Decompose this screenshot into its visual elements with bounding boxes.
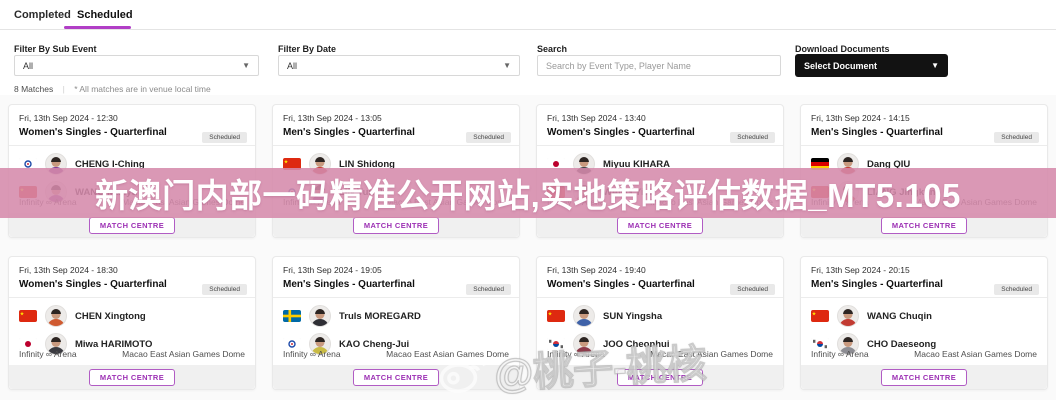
- match-card: Fri, 13th Sep 2024 - 18:30 Women's Singl…: [8, 256, 256, 390]
- player-avatar: [573, 305, 595, 327]
- venue-name: Macao East Asian Games Dome: [386, 349, 509, 359]
- divider: [801, 297, 1047, 298]
- status-badge: Scheduled: [466, 132, 511, 143]
- venue-row: Infinity ∞ Arena Macao East Asian Games …: [19, 349, 245, 359]
- player-avatar: [309, 305, 331, 327]
- venue-row: Infinity ∞ Arena Macao East Asian Games …: [547, 349, 773, 359]
- venue-name: Macao East Asian Games Dome: [650, 349, 773, 359]
- match-card: Fri, 13th Sep 2024 - 19:40 Women's Singl…: [536, 256, 784, 390]
- flag-swe-icon: [283, 310, 301, 322]
- page: Completed Scheduled Filter By Sub Event …: [0, 0, 1056, 400]
- divider: [9, 297, 255, 298]
- venue-name: Macao East Asian Games Dome: [122, 349, 245, 359]
- player-avatar: [837, 305, 859, 327]
- match-centre-button[interactable]: MATCH CENTRE: [881, 369, 967, 386]
- match-date: Fri, 13th Sep 2024 - 18:30: [19, 265, 245, 275]
- flag-chn-icon: [19, 310, 37, 322]
- player-row: Truls MOREGARD: [273, 303, 519, 329]
- tab-completed[interactable]: Completed: [14, 9, 71, 21]
- divider: [801, 145, 1047, 146]
- player-avatar: [45, 305, 67, 327]
- card-footer: MATCH CENTRE: [273, 365, 519, 389]
- match-centre-button[interactable]: MATCH CENTRE: [353, 217, 439, 234]
- card-footer: MATCH CENTRE: [9, 365, 255, 389]
- select-document-label: Select Document: [804, 61, 877, 71]
- match-date: Fri, 13th Sep 2024 - 13:40: [547, 113, 773, 123]
- local-time-note: * All matches are in venue local time: [74, 84, 211, 94]
- promo-banner-overlay: 新澳门内部一码精准公开网站,实地策略评估数据_MT5.105: [0, 168, 1056, 218]
- match-date: Fri, 13th Sep 2024 - 14:15: [811, 113, 1037, 123]
- sub-event-select[interactable]: All ▼: [14, 55, 259, 76]
- card-footer: MATCH CENTRE: [801, 365, 1047, 389]
- chevron-down-icon: ▼: [931, 61, 939, 70]
- date-value: All: [287, 61, 297, 71]
- venue-name: Macao East Asian Games Dome: [914, 349, 1037, 359]
- match-list-area: Fri, 13th Sep 2024 - 12:30 Women's Singl…: [0, 95, 1056, 400]
- match-centre-button[interactable]: MATCH CENTRE: [89, 217, 175, 234]
- player-name: SUN Yingsha: [603, 311, 662, 322]
- promo-banner-text: 新澳门内部一码精准公开网站,实地策略评估数据_MT5.105: [95, 169, 961, 217]
- chevron-down-icon: ▼: [242, 61, 250, 70]
- match-centre-button[interactable]: MATCH CENTRE: [617, 217, 703, 234]
- sub-event-value: All: [23, 61, 33, 71]
- venue-court: Infinity ∞ Arena: [547, 349, 605, 359]
- player-row: SUN Yingsha: [537, 303, 783, 329]
- match-date: Fri, 13th Sep 2024 - 13:05: [283, 113, 509, 123]
- tab-bar: Completed Scheduled: [0, 0, 1056, 30]
- divider: [273, 297, 519, 298]
- status-badge: Scheduled: [730, 132, 775, 143]
- match-grid: Fri, 13th Sep 2024 - 12:30 Women's Singl…: [8, 104, 1048, 390]
- divider: |: [63, 84, 65, 94]
- flag-chn-icon: [811, 310, 829, 322]
- status-badge: Scheduled: [466, 284, 511, 295]
- divider: [537, 145, 783, 146]
- card-footer: MATCH CENTRE: [537, 365, 783, 389]
- active-tab-underline: [64, 26, 131, 29]
- player-row: WANG Chuqin: [801, 303, 1047, 329]
- flag-chn-icon: [547, 310, 565, 322]
- divider: [273, 145, 519, 146]
- match-date: Fri, 13th Sep 2024 - 19:05: [283, 265, 509, 275]
- tab-scheduled[interactable]: Scheduled: [77, 9, 133, 21]
- divider: [537, 297, 783, 298]
- player-name: Truls MOREGARD: [339, 311, 421, 322]
- match-centre-button[interactable]: MATCH CENTRE: [881, 217, 967, 234]
- status-badge: Scheduled: [994, 284, 1039, 295]
- match-card: Fri, 13th Sep 2024 - 20:15 Men's Singles…: [800, 256, 1048, 390]
- search-label: Search: [537, 44, 567, 54]
- date-filter-label: Filter By Date: [278, 44, 336, 54]
- player-name: JOO Cheonhui: [603, 339, 670, 350]
- player-row: CHEN Xingtong: [9, 303, 255, 329]
- match-centre-button[interactable]: MATCH CENTRE: [617, 369, 703, 386]
- status-badge: Scheduled: [202, 132, 247, 143]
- sub-event-filter-label: Filter By Sub Event: [14, 44, 97, 54]
- select-document-button[interactable]: Select Document ▼: [795, 54, 948, 77]
- status-badge: Scheduled: [730, 284, 775, 295]
- match-count: 8 Matches: [14, 84, 53, 94]
- download-documents-label: Download Documents: [795, 44, 890, 54]
- status-badge: Scheduled: [202, 284, 247, 295]
- match-centre-button[interactable]: MATCH CENTRE: [89, 369, 175, 386]
- status-badge: Scheduled: [994, 132, 1039, 143]
- venue-court: Infinity ∞ Arena: [283, 349, 341, 359]
- date-select[interactable]: All ▼: [278, 55, 520, 76]
- match-card: Fri, 13th Sep 2024 - 19:05 Men's Singles…: [272, 256, 520, 390]
- divider: [9, 145, 255, 146]
- venue-row: Infinity ∞ Arena Macao East Asian Games …: [811, 349, 1037, 359]
- player-name: CHEN Xingtong: [75, 311, 146, 322]
- player-name: KAO Cheng-Jui: [339, 339, 409, 350]
- match-date: Fri, 13th Sep 2024 - 19:40: [547, 265, 773, 275]
- chevron-down-icon: ▼: [503, 61, 511, 70]
- player-name: Miwa HARIMOTO: [75, 339, 152, 350]
- player-name: CHO Daeseong: [867, 339, 936, 350]
- results-meta: 8 Matches | * All matches are in venue l…: [14, 84, 211, 94]
- venue-row: Infinity ∞ Arena Macao East Asian Games …: [283, 349, 509, 359]
- search-input[interactable]: [537, 55, 781, 76]
- venue-court: Infinity ∞ Arena: [811, 349, 869, 359]
- match-date: Fri, 13th Sep 2024 - 20:15: [811, 265, 1037, 275]
- match-centre-button[interactable]: MATCH CENTRE: [353, 369, 439, 386]
- venue-court: Infinity ∞ Arena: [19, 349, 77, 359]
- match-date: Fri, 13th Sep 2024 - 12:30: [19, 113, 245, 123]
- player-name: WANG Chuqin: [867, 311, 932, 322]
